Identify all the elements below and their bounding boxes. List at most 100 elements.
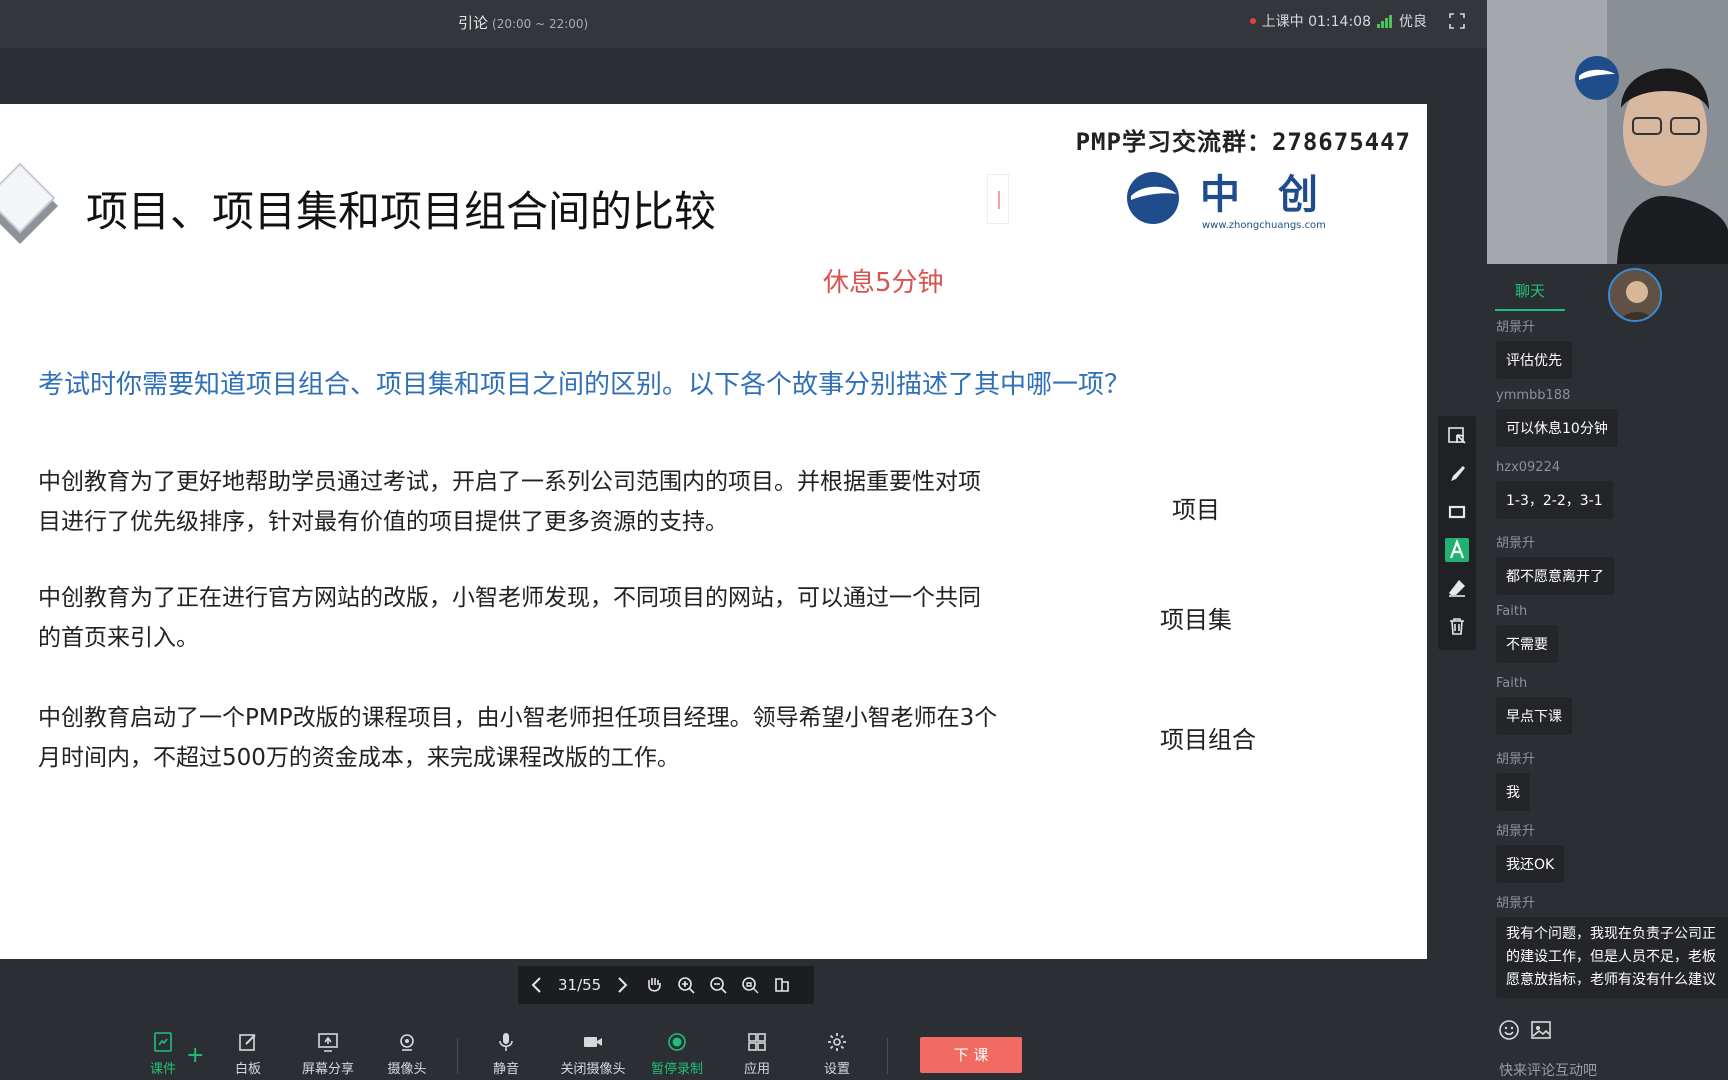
settings-button[interactable]: 设置 xyxy=(800,1030,874,1077)
chat-bubble: 我有个问题，我现在负责子公司正的建设工作，但是人员不足，老板愿意放指标，老师有没… xyxy=(1496,917,1728,998)
close-camera-button[interactable]: 关闭摄像头 xyxy=(548,1030,638,1077)
chat-bubble: 1-3，2-2，3-1 xyxy=(1496,481,1613,519)
record-icon xyxy=(668,1033,686,1051)
slide-pager: 31/55 xyxy=(518,966,814,1004)
rectangle-tool-icon[interactable] xyxy=(1445,500,1469,524)
signal-icon xyxy=(1377,14,1393,28)
list-item: hzx09224 1-3，2-2，3-1 xyxy=(1496,460,1613,519)
settings-label: 设置 xyxy=(823,1062,850,1077)
screen-share-icon xyxy=(318,1033,338,1052)
chat-sender: Faith xyxy=(1496,604,1528,619)
brand-globe-icon xyxy=(1127,172,1179,224)
chat-sender: 胡景升 xyxy=(1496,536,1536,551)
list-item: 胡景升 我还OK xyxy=(1496,820,1565,883)
pause-record-label: 暂停录制 xyxy=(650,1062,703,1077)
next-page-icon[interactable] xyxy=(611,974,633,996)
screen-share-button[interactable]: 屏幕分享 xyxy=(291,1030,365,1077)
whiteboard-icon xyxy=(239,1034,256,1051)
text-cursor-box xyxy=(987,174,1009,224)
select-tool-icon[interactable] xyxy=(1445,424,1469,448)
zoom-out-icon[interactable] xyxy=(707,974,729,996)
camera-label: 摄像头 xyxy=(387,1062,427,1077)
apps-button[interactable]: 应用 xyxy=(720,1030,794,1077)
close-camera-label: 关闭摄像头 xyxy=(560,1062,626,1077)
avatar[interactable] xyxy=(1608,268,1662,322)
story-1: 中创教育为了更好地帮助学员通过考试，开启了一系列公司范围内的项目。并根据重要性对… xyxy=(38,469,981,535)
camera-button[interactable]: 摄像头 xyxy=(370,1030,444,1077)
slide-question: 考试时你需要知道项目组合、项目集和项目之间的区别。以下各个故事分别描述了其中哪一… xyxy=(38,370,1131,400)
prev-page-icon[interactable] xyxy=(526,974,548,996)
text-tool-icon[interactable] xyxy=(1445,538,1469,562)
chat-sender: 胡景升 xyxy=(1496,752,1536,767)
chat-input[interactable]: 快来评论互动吧 xyxy=(1499,1060,1597,1080)
hand-icon[interactable] xyxy=(643,974,665,996)
chat-bubble: 我还OK xyxy=(1496,845,1565,883)
emoji-icon[interactable] xyxy=(1497,1018,1521,1042)
chat-bubble: 我 xyxy=(1496,773,1530,811)
zoom-fit-icon[interactable] xyxy=(739,974,761,996)
fullscreen-icon[interactable] xyxy=(1449,13,1465,29)
slide-canvas: PMP学习交流群：278675447 项目、项目集和项目组合间的比较 中创 ww… xyxy=(0,104,1427,959)
list-item: ymmbb188 可以休息10分钟 xyxy=(1496,388,1618,447)
brand-url: www.zhongchuangs.com xyxy=(1202,220,1326,231)
gear-icon xyxy=(828,1033,846,1051)
list-item: 胡景升 我 xyxy=(1496,748,1535,811)
list-item: 胡景升 评估优先 xyxy=(1496,316,1572,379)
trash-tool-icon[interactable] xyxy=(1445,614,1469,638)
courseware-icon xyxy=(154,1032,172,1052)
apps-grid-icon xyxy=(748,1033,766,1051)
story-3-answer: 项目组合 xyxy=(1160,726,1256,754)
chat-message-list: 胡景升 评估优先 ymmbb188 可以休息10分钟 hzx09224 1-3，… xyxy=(1487,316,1728,1010)
diamond-logo-icon xyxy=(0,162,58,244)
teacher-video-frame xyxy=(1487,0,1728,264)
class-time-range: (20:00 ~ 22:00) xyxy=(492,17,589,31)
chat-sender: ymmbb188 xyxy=(1496,388,1571,403)
class-status-label: 上课中 01:14:08 xyxy=(1261,14,1371,30)
chat-bubble: 都不愿意离开了 xyxy=(1496,557,1614,595)
add-courseware-icon[interactable]: + xyxy=(186,1043,204,1068)
brand-name: 中创 xyxy=(1200,172,1356,218)
zoom-in-icon[interactable] xyxy=(675,974,697,996)
chat-sender: 胡景升 xyxy=(1496,896,1536,911)
fit-width-icon[interactable] xyxy=(771,974,793,996)
video-camera-icon xyxy=(584,1037,602,1047)
top-bar: 引论 (20:00 ~ 22:00) 上课中 01:14:08 优良 xyxy=(0,0,1487,48)
class-title-text: 引论 xyxy=(458,14,489,32)
avatar-image-icon xyxy=(1610,270,1660,320)
pen-tool-icon[interactable] xyxy=(1445,462,1469,486)
rest-note: 休息5分钟 xyxy=(823,268,944,298)
bottom-toolbar: 课件 白板 屏幕分享 摄像头 静音 关闭摄像头 暂停录制 应用 设置 xyxy=(0,1012,1487,1080)
toolbar-divider xyxy=(457,1038,458,1074)
chat-sender: Faith xyxy=(1496,676,1528,691)
image-icon[interactable] xyxy=(1529,1018,1553,1042)
whiteboard-label: 白板 xyxy=(234,1062,261,1077)
screen-share-label: 屏幕分享 xyxy=(301,1062,354,1077)
tab-chat[interactable]: 聊天 xyxy=(1495,280,1565,311)
chat-bubble: 可以休息10分钟 xyxy=(1496,409,1618,447)
chat-sender: 胡景升 xyxy=(1496,320,1536,335)
list-item: 胡景升 我有个问题，我现在负责子公司正的建设工作，但是人员不足，老板愿意放指标，… xyxy=(1496,892,1728,998)
end-class-button[interactable]: 下 课 xyxy=(920,1037,1022,1073)
chat-bubble: 评估优先 xyxy=(1496,341,1572,379)
list-item: Faith 早点下课 xyxy=(1496,676,1572,735)
network-quality-label: 优良 xyxy=(1399,14,1427,30)
story-2: 中创教育为了正在进行官方网站的改版，小智老师发现，不同项目的网站，可以通过一个共… xyxy=(38,585,981,651)
slide-title: 项目、项目集和项目组合间的比较 xyxy=(86,187,717,236)
whiteboard-button[interactable]: 白板 xyxy=(211,1030,285,1077)
teacher-video xyxy=(1487,0,1728,264)
pause-record-button[interactable]: 暂停录制 xyxy=(640,1030,714,1077)
chat-tools xyxy=(1487,1012,1728,1048)
class-title: 引论 (20:00 ~ 22:00) xyxy=(458,12,588,33)
study-group-text: PMP学习交流群：278675447 xyxy=(1075,128,1411,156)
eraser-tool-icon[interactable] xyxy=(1445,576,1469,600)
mute-button[interactable]: 静音 xyxy=(469,1030,543,1077)
story-3: 中创教育启动了一个PMP改版的课程项目，由小智老师担任项目经理。领导希望小智老师… xyxy=(38,705,998,771)
chat-bubble: 不需要 xyxy=(1496,625,1558,663)
apps-label: 应用 xyxy=(743,1062,770,1077)
list-item: Faith 不需要 xyxy=(1496,604,1558,663)
courseware-label: 课件 xyxy=(149,1062,176,1077)
list-item: 胡景升 都不愿意离开了 xyxy=(1496,532,1614,595)
chat-sender: 胡景升 xyxy=(1496,824,1536,839)
camera-icon xyxy=(400,1034,414,1051)
mute-label: 静音 xyxy=(492,1062,519,1077)
